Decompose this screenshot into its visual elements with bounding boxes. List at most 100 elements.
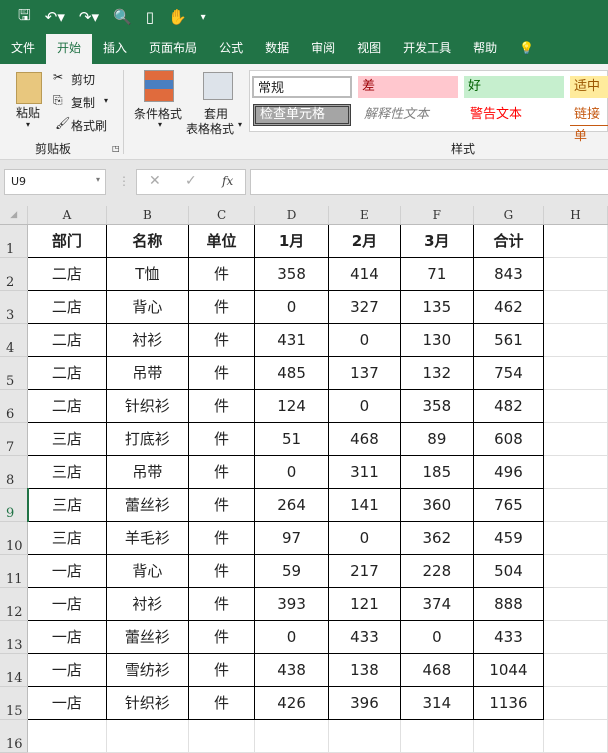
style-warning[interactable]: 警告文本 [466, 104, 522, 126]
tab-data[interactable]: 数据 [254, 34, 300, 64]
conditional-format-dropdown-icon[interactable]: ▾ [158, 120, 162, 129]
cell[interactable]: 针织衫 [105, 388, 190, 423]
cell[interactable] [543, 521, 608, 555]
cell[interactable] [543, 554, 608, 588]
cell[interactable]: 0 [399, 619, 475, 654]
column-header-e[interactable]: E [328, 206, 401, 225]
row-header[interactable]: 15 [0, 686, 29, 720]
cell[interactable]: 264 [253, 487, 330, 522]
style-neutral[interactable]: 适中 [570, 76, 608, 98]
paste-dropdown-icon[interactable]: ▾ [26, 120, 30, 129]
cell[interactable]: 二店 [27, 289, 107, 324]
cell[interactable]: 130 [399, 322, 475, 357]
cell[interactable]: 327 [328, 289, 401, 324]
cell[interactable]: 衬衫 [105, 586, 190, 621]
cell[interactable]: 358 [399, 388, 475, 423]
cell[interactable]: 59 [253, 553, 330, 588]
chevron-down-icon[interactable]: ▾ [96, 175, 100, 184]
row-header[interactable]: 11 [0, 554, 29, 588]
cell[interactable]: 二店 [27, 388, 107, 423]
cell[interactable] [543, 224, 608, 258]
paste-button[interactable]: 粘贴 [16, 104, 40, 121]
format-as-table-button[interactable]: 表格格式 [186, 120, 234, 137]
undo-icon[interactable]: ↶▾ [45, 8, 65, 26]
cell[interactable]: 97 [253, 520, 330, 555]
select-all-button[interactable]: ◢ [0, 206, 29, 225]
cell[interactable]: 138 [328, 652, 401, 687]
cell[interactable]: 背心 [105, 553, 190, 588]
tab-home[interactable]: 开始 [46, 34, 93, 64]
lightbulb-icon[interactable]: 💡 [508, 34, 545, 64]
cell[interactable]: 一店 [27, 586, 107, 621]
cell[interactable]: 羊毛衫 [105, 520, 190, 555]
row-header[interactable]: 7 [0, 422, 29, 456]
cut-button[interactable]: 剪切 [71, 71, 95, 88]
cell[interactable] [543, 620, 608, 654]
style-normal[interactable]: 常规 [252, 76, 352, 98]
column-header-f[interactable]: F [400, 206, 475, 225]
cell[interactable]: 765 [473, 487, 544, 522]
cell[interactable]: 0 [328, 520, 401, 555]
row-header[interactable]: 2 [0, 257, 29, 291]
cell[interactable]: 背心 [105, 289, 190, 324]
cell[interactable]: 393 [253, 586, 330, 621]
drag-handle-icon[interactable]: ⋮ [118, 174, 130, 188]
tab-review[interactable]: 审阅 [300, 34, 346, 64]
cell[interactable] [543, 587, 608, 621]
cell[interactable]: 件 [188, 388, 255, 423]
cell[interactable]: 132 [399, 355, 475, 390]
insert-function-icon[interactable]: fx [222, 174, 233, 188]
cell[interactable]: 1044 [473, 652, 544, 687]
cell[interactable]: 件 [188, 553, 255, 588]
cell[interactable]: 蕾丝衫 [105, 487, 190, 522]
cell[interactable]: 衬衫 [105, 322, 190, 357]
cell[interactable]: 438 [253, 652, 330, 687]
format-painter-button[interactable]: 格式刷 [71, 117, 107, 134]
cell[interactable] [543, 653, 608, 687]
cell[interactable] [400, 719, 475, 753]
cell[interactable] [543, 290, 608, 324]
cell[interactable]: 件 [188, 487, 255, 522]
column-header-b[interactable]: B [106, 206, 190, 225]
row-header[interactable]: 10 [0, 521, 29, 555]
dialog-launcher-icon[interactable]: ◳ [112, 144, 120, 153]
cell[interactable]: 121 [328, 586, 401, 621]
cell[interactable]: 件 [188, 355, 255, 390]
cell[interactable]: 三店 [27, 487, 107, 522]
cell[interactable]: 3月 [399, 223, 475, 258]
new-icon[interactable]: ▯ [146, 8, 154, 26]
cell[interactable]: 431 [253, 322, 330, 357]
cell[interactable]: 358 [253, 256, 330, 291]
cell[interactable]: 件 [188, 586, 255, 621]
column-header-a[interactable]: A [27, 206, 107, 225]
cell[interactable] [543, 389, 608, 423]
cell[interactable] [543, 356, 608, 390]
column-header-h[interactable]: H [543, 206, 608, 225]
cell[interactable]: 名称 [105, 223, 190, 258]
cell[interactable]: T恤 [105, 256, 190, 291]
paste-icon[interactable] [16, 72, 42, 104]
cell[interactable]: 蕾丝衫 [105, 619, 190, 654]
cell[interactable]: 件 [188, 619, 255, 654]
row-header[interactable]: 6 [0, 389, 29, 423]
tab-page-layout[interactable]: 页面布局 [138, 34, 208, 64]
cell[interactable]: 针织衫 [105, 685, 190, 720]
cell[interactable]: 362 [399, 520, 475, 555]
cell[interactable]: 1月 [253, 223, 330, 258]
cell[interactable]: 314 [399, 685, 475, 720]
cell[interactable]: 462 [473, 289, 544, 324]
cell[interactable]: 雪纺衫 [105, 652, 190, 687]
cell[interactable]: 496 [473, 454, 544, 489]
cell[interactable]: 561 [473, 322, 544, 357]
touch-mode-icon[interactable]: ✋ [168, 8, 187, 26]
cell[interactable]: 打底衫 [105, 421, 190, 456]
cell[interactable] [543, 257, 608, 291]
column-header-g[interactable]: G [473, 206, 544, 225]
cell[interactable]: 843 [473, 256, 544, 291]
cell[interactable]: 件 [188, 454, 255, 489]
cell[interactable] [473, 719, 544, 753]
cell[interactable]: 三店 [27, 520, 107, 555]
cell[interactable]: 吊带 [105, 454, 190, 489]
cell[interactable]: 0 [253, 289, 330, 324]
cell[interactable]: 71 [399, 256, 475, 291]
